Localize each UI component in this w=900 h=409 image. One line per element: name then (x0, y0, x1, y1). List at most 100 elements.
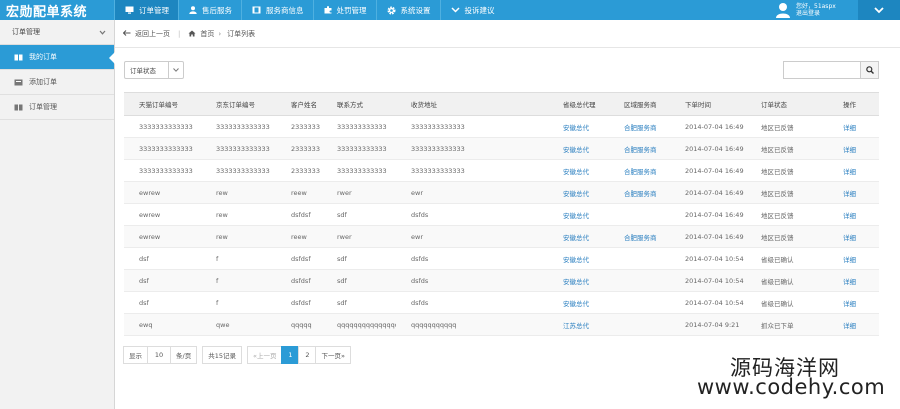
cell-tmall: 3333333333333 (124, 115, 201, 138)
column-header: 下单时间 (670, 92, 746, 116)
table-header-row: 天猫订单编号 京东订单编号 客户姓名 联系方式 收货地址 省级总代理 区域服务商 下单时间 订单… (124, 92, 879, 116)
cell-jd: f (201, 291, 276, 314)
cell-agent[interactable]: 安徽总代 (548, 225, 609, 248)
table-row: 3333333333333 3333333333333 2333333 3333333… (124, 137, 879, 160)
cell-op[interactable]: 详细 (828, 247, 879, 270)
cell-op[interactable]: 详细 (828, 291, 879, 314)
column-header: 联系方式 (322, 92, 396, 116)
cell-address: dsfds (396, 247, 548, 270)
cell-time: 2014-07-04 16:49 (670, 181, 746, 204)
cell-address: 3333333333333 (396, 159, 548, 182)
nav-item-label: 投诉建议 (464, 5, 495, 15)
nav-item-3[interactable]: 处罚管理 (312, 0, 376, 20)
cell-op[interactable]: 详细 (828, 203, 879, 226)
cell-agent[interactable]: 安徽总代 (548, 269, 609, 292)
cell-region[interactable]: 合肥服务商 (609, 159, 670, 182)
sidebar-item-1[interactable]: 添加订单 (0, 70, 114, 95)
user-dropdown-toggle[interactable] (858, 0, 900, 20)
orders-table: 天猫订单编号 京东订单编号 客户姓名 联系方式 收货地址 省级总代理 区域服务商 下单时间 订单… (124, 92, 879, 336)
cell-address: 3333333333333 (396, 115, 548, 138)
page-button[interactable]: 2 (298, 346, 317, 364)
cell-op[interactable]: 详细 (828, 115, 879, 138)
cell-agent[interactable]: 安徽总代 (548, 291, 609, 314)
cell-agent[interactable]: 安徽总代 (548, 159, 609, 182)
prev-page-button[interactable]: «上一页 (246, 346, 283, 364)
table-row: ewq qwe qqqqq qqqqqqqqqqqqqqq qqqqqqqqqqq 江苏总… (124, 313, 879, 336)
nav-item-label: 订单管理 (139, 5, 169, 15)
cell-status: 地区已反馈 (746, 181, 828, 204)
cell-agent[interactable]: 安徽总代 (548, 181, 609, 204)
back-link[interactable]: 返回上一页 (135, 29, 170, 39)
nav-item-5[interactable]: 投诉建议 (439, 0, 504, 20)
cell-op[interactable]: 详细 (828, 313, 879, 336)
cell-address: qqqqqqqqqqq (396, 313, 548, 336)
search-icon (865, 66, 874, 74)
order-status-select[interactable]: 订单状态 (124, 61, 184, 79)
cell-name: 2333333 (276, 115, 322, 138)
cell-tmall: ewq (124, 313, 201, 336)
table-row: 3333333333333 3333333333333 2333333 3333333… (124, 115, 879, 138)
nav-item-1[interactable]: 售后服务 (178, 0, 241, 20)
sidebar-item-label: 我的订单 (29, 53, 57, 61)
cell-phone: rwer (322, 181, 396, 204)
sidebar-item-0[interactable]: 我的订单 (0, 45, 115, 70)
nav-item-label: 售后服务 (202, 5, 232, 15)
search-button[interactable] (860, 61, 879, 79)
page-button[interactable]: 1 (281, 346, 300, 364)
cell-tmall: 3333333333333 (124, 137, 201, 160)
cell-region[interactable]: 合肥服务商 (609, 181, 670, 204)
next-page-button[interactable]: 下一页» (315, 346, 351, 364)
keyboard-icon (14, 79, 29, 86)
logout-link[interactable]: 退出登录 (796, 10, 836, 17)
sidebar-header[interactable]: 订单管理 (0, 20, 114, 45)
cell-name: dsfdsf (276, 203, 322, 226)
cell-agent[interactable]: 安徽总代 (548, 203, 609, 226)
gear-icon (387, 6, 401, 15)
cell-time: 2014-07-04 10:54 (670, 291, 746, 314)
chevron-down-icon (874, 6, 884, 13)
nav-item-4[interactable]: 系统设置 (375, 0, 440, 20)
user-menu[interactable]: 您好，51aspx 退出登录 (776, 0, 856, 20)
cell-agent[interactable]: 江苏总代 (548, 313, 609, 336)
cell-region[interactable]: 合肥服务商 (609, 225, 670, 248)
cell-name: dsfdsf (276, 247, 322, 270)
cell-agent[interactable]: 安徽总代 (548, 247, 609, 270)
cell-time: 2014-07-04 16:49 (670, 225, 746, 248)
nav-item-label: 服务商信息 (266, 5, 304, 15)
chevron-down-icon (450, 7, 465, 13)
cell-jd: qwe (201, 313, 276, 336)
search-input[interactable] (783, 61, 860, 79)
cell-phone: 333333333333 (322, 159, 396, 182)
cell-op[interactable]: 详细 (828, 181, 879, 204)
puzzle-icon (324, 6, 337, 14)
cell-agent[interactable]: 安徽总代 (548, 137, 609, 160)
page-size-label: 显示 (123, 346, 148, 364)
total-records: 共15记录 (202, 346, 242, 364)
cell-region[interactable]: 合肥服务商 (609, 115, 670, 138)
nav-item-0[interactable]: 订单管理 (114, 0, 178, 20)
cell-op[interactable]: 详细 (828, 269, 879, 292)
column-header: 区域服务商 (609, 92, 670, 116)
cell-time: 2014-07-04 16:49 (670, 203, 746, 226)
cell-tmall: dsf (124, 269, 201, 292)
cell-tmall: ewrew (124, 225, 201, 248)
cell-status: 省级已确认 (746, 291, 828, 314)
cell-phone: rwer (322, 225, 396, 248)
cell-address: ewr (396, 225, 548, 248)
breadcrumb-current: 订单列表 (227, 29, 256, 38)
order-status-label: 订单状态 (130, 67, 156, 75)
chevron-down-icon (99, 30, 106, 35)
cell-agent[interactable]: 安徽总代 (548, 115, 609, 138)
sidebar-item-2[interactable]: 订单管理 (0, 95, 114, 120)
cell-op[interactable]: 详细 (828, 159, 879, 182)
cell-phone: 333333333333 (322, 137, 396, 160)
nav-item-2[interactable]: 服务商信息 (241, 0, 313, 20)
cell-status: 地区已反馈 (746, 225, 828, 248)
cell-tmall: dsf (124, 247, 201, 270)
cell-op[interactable]: 详细 (828, 225, 879, 248)
watermark-url: www.codehy.com (697, 375, 886, 399)
cell-op[interactable]: 详细 (828, 137, 879, 160)
page-size-select[interactable]: 10 (147, 346, 171, 364)
cell-region[interactable]: 合肥服务商 (609, 137, 670, 160)
home-link[interactable]: 首页 (200, 29, 214, 39)
